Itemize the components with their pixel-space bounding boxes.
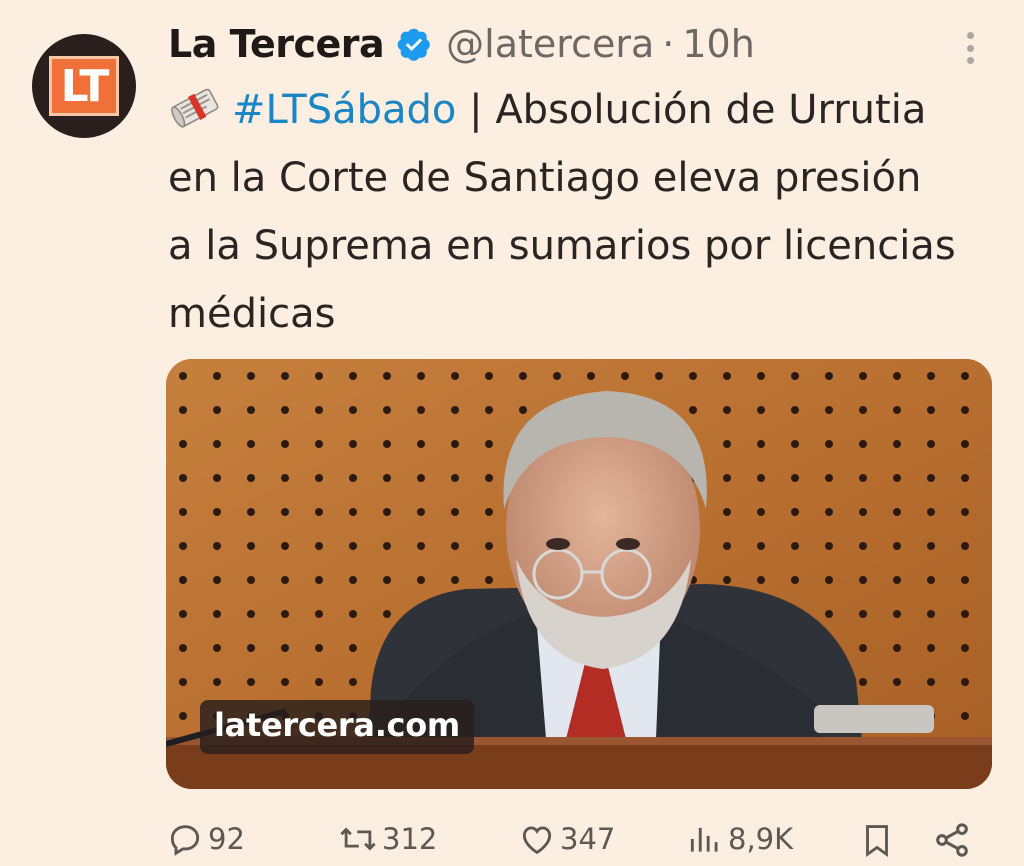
reply-icon [170, 825, 200, 856]
account-name[interactable]: La Tercera [168, 22, 385, 66]
tweet-time[interactable]: 10h [682, 22, 754, 66]
tweet-action-bar: 92 312 347 8,9K [166, 814, 986, 866]
hashtag-link[interactable]: #LTSábado [232, 87, 456, 133]
reply-count: 92 [208, 822, 245, 856]
reply-button[interactable]: 92 [166, 820, 245, 858]
newspaper-roll-emoji-icon [171, 88, 219, 128]
retweet-icon [340, 827, 376, 851]
views-chart-icon [690, 827, 718, 852]
like-count: 347 [560, 822, 616, 856]
verified-badge-icon [397, 28, 430, 61]
tweet-header: La Tercera @latercera · 10h [168, 18, 755, 70]
account-avatar[interactable]: LT [32, 34, 136, 138]
like-button[interactable]: 347 [518, 820, 615, 858]
views-count: 8,9K [728, 822, 794, 856]
avatar-logo: LT [49, 56, 119, 116]
retweet-count: 312 [382, 822, 438, 856]
separator-dot: · [662, 22, 675, 66]
link-domain-badge[interactable]: latercera.com [200, 700, 474, 754]
bookmark-button[interactable] [858, 820, 900, 860]
views-button[interactable]: 8,9K [686, 820, 793, 858]
share-icon [936, 823, 968, 857]
bookmark-icon [866, 825, 888, 858]
tweet-text: #LTSábado | Absolución de Urrutia en la … [168, 76, 958, 348]
retweet-button[interactable]: 312 [338, 820, 437, 858]
account-handle[interactable]: @latercera [446, 22, 654, 66]
more-options-icon[interactable] [958, 28, 982, 68]
heart-icon [522, 826, 552, 855]
share-button[interactable] [932, 820, 976, 860]
